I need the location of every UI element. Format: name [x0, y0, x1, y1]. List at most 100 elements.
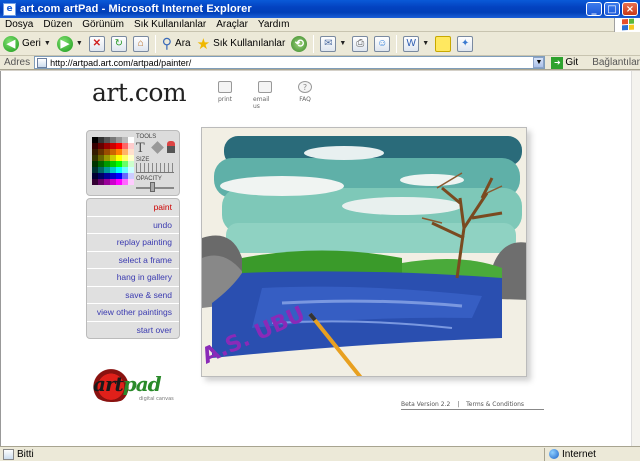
messenger-icon: ☺: [374, 35, 391, 52]
address-dropdown-icon[interactable]: ▼: [533, 57, 545, 68]
address-input[interactable]: [50, 57, 534, 68]
footer-separator: |: [457, 401, 460, 408]
undo-link[interactable]: undo: [87, 217, 179, 234]
minimize-button[interactable]: _: [586, 2, 602, 16]
start-over-link[interactable]: start over: [87, 322, 179, 339]
favorites-label: Sık Kullanılanlar: [213, 38, 286, 49]
back-label: Geri: [22, 38, 41, 49]
toolbar-divider: [313, 34, 315, 53]
painting-canvas[interactable]: A.S. UBU: [201, 127, 527, 377]
menu-favorites[interactable]: Sık Kullanılanlar: [129, 19, 211, 30]
toolbar-divider: [154, 34, 156, 53]
edit-icon: W: [403, 35, 420, 52]
refresh-button[interactable]: ↻: [108, 33, 130, 55]
messenger-button[interactable]: ☺: [371, 33, 393, 55]
menu-help[interactable]: Yardım: [253, 19, 295, 30]
edit-button[interactable]: W ▼: [400, 33, 432, 55]
save-send-link[interactable]: save & send: [87, 287, 179, 304]
envelope-icon: [258, 81, 272, 93]
refresh-icon: ↻: [110, 35, 127, 52]
menu-file[interactable]: Dosya: [0, 19, 38, 30]
size-slider[interactable]: [136, 163, 174, 173]
chevron-down-icon[interactable]: ▼: [76, 40, 83, 47]
links-button[interactable]: Bağlantılar: [592, 57, 640, 68]
stop-icon: ✕: [88, 35, 105, 52]
zone-label: Internet: [562, 448, 596, 460]
menu-view[interactable]: Görünüm: [77, 19, 129, 30]
version-text: Beta Version 2.2: [401, 401, 451, 408]
address-field[interactable]: ▼: [34, 56, 546, 69]
view-other-paintings-link[interactable]: view other paintings: [87, 304, 179, 322]
printer-icon: [218, 81, 232, 93]
notes-button[interactable]: [432, 33, 454, 55]
color-palette[interactable]: [92, 137, 134, 190]
paint-link[interactable]: paint: [87, 199, 179, 217]
home-button[interactable]: ⌂: [130, 33, 152, 55]
history-button[interactable]: ⟲: [288, 33, 310, 55]
chevron-down-icon[interactable]: ▼: [339, 40, 346, 47]
replay-painting-link[interactable]: replay painting: [87, 234, 179, 252]
opacity-slider-handle[interactable]: [150, 182, 155, 192]
search-button[interactable]: ⚲ Ara: [159, 33, 194, 55]
search-label: Ara: [175, 38, 191, 49]
action-menu: paint undo replay painting select a fram…: [86, 198, 180, 339]
go-button[interactable]: ➜ Git: [551, 56, 578, 69]
artpad-logo: artpad digital canvas: [89, 366, 185, 406]
menu-tools[interactable]: Araçlar: [211, 19, 253, 30]
back-arrow-icon: ◀: [3, 35, 19, 52]
go-arrow-icon: ➜: [551, 56, 564, 69]
window-title: art.com artPad - Microsoft Internet Expl…: [20, 3, 252, 15]
mail-icon: ✉: [320, 35, 337, 52]
print-link[interactable]: print: [213, 81, 237, 110]
star-icon: ★: [196, 35, 211, 53]
vertical-scrollbar[interactable]: [631, 71, 640, 446]
terms-link[interactable]: Terms & Conditions: [466, 401, 524, 408]
stamp-tool-icon[interactable]: [167, 141, 175, 153]
discuss-icon: ✦: [457, 35, 474, 52]
forward-button[interactable]: ▶ ▼: [54, 33, 86, 55]
page-status-icon: [3, 448, 14, 460]
chevron-down-icon[interactable]: ▼: [44, 40, 51, 47]
text-tool-icon[interactable]: T: [136, 141, 145, 156]
opacity-slider-track[interactable]: [136, 187, 174, 189]
email-us-link[interactable]: email us: [253, 81, 277, 110]
pen-tool-icon[interactable]: [151, 141, 164, 154]
painting-image: A.S. UBU: [202, 128, 526, 376]
hang-in-gallery-link[interactable]: hang in gallery: [87, 269, 179, 287]
back-button[interactable]: ◀ Geri ▼: [0, 33, 54, 55]
security-zone[interactable]: Internet: [544, 447, 640, 461]
top-links: print email us ? FAQ: [213, 81, 317, 110]
footer-divider: [401, 409, 544, 410]
printer-icon: ⎙: [352, 35, 369, 52]
maximize-button[interactable]: □: [604, 2, 620, 16]
artpad-tagline: digital canvas: [139, 396, 174, 402]
select-frame-link[interactable]: select a frame: [87, 252, 179, 269]
address-label: Adres: [4, 57, 31, 68]
stop-button[interactable]: ✕: [86, 33, 108, 55]
art-com-logo[interactable]: art.com: [92, 78, 187, 107]
close-button[interactable]: ×: [622, 2, 638, 16]
favorites-button[interactable]: ★ Sık Kullanılanlar: [194, 33, 289, 55]
note-icon: [435, 35, 452, 52]
home-icon: ⌂: [132, 35, 149, 52]
print-button[interactable]: ⎙: [349, 33, 371, 55]
tool-panel: TOOLS T SIZE OPACITY: [86, 130, 180, 196]
menu-edit[interactable]: Düzen: [38, 19, 77, 30]
page-content: art.com print email us ? FAQ TOOLS T SIZ…: [0, 71, 631, 446]
toolbar-divider: [396, 34, 398, 53]
globe-icon: [549, 449, 559, 459]
page-icon: [37, 57, 48, 68]
question-icon: ?: [298, 81, 312, 93]
search-icon: ⚲: [161, 35, 173, 51]
title-bar: e art.com artPad - Microsoft Internet Ex…: [0, 0, 640, 18]
ie-icon: e: [3, 2, 16, 16]
history-icon: ⟲: [291, 35, 308, 52]
footer: Beta Version 2.2 | Terms & Conditions: [401, 401, 529, 408]
chevron-down-icon[interactable]: ▼: [422, 40, 429, 47]
forward-arrow-icon: ▶: [56, 35, 73, 52]
mail-button[interactable]: ✉ ▼: [317, 33, 349, 55]
color-swatch[interactable]: [128, 179, 134, 185]
opacity-label: OPACITY: [136, 176, 162, 182]
faq-link[interactable]: ? FAQ: [293, 81, 317, 110]
discuss-button[interactable]: ✦: [454, 33, 476, 55]
